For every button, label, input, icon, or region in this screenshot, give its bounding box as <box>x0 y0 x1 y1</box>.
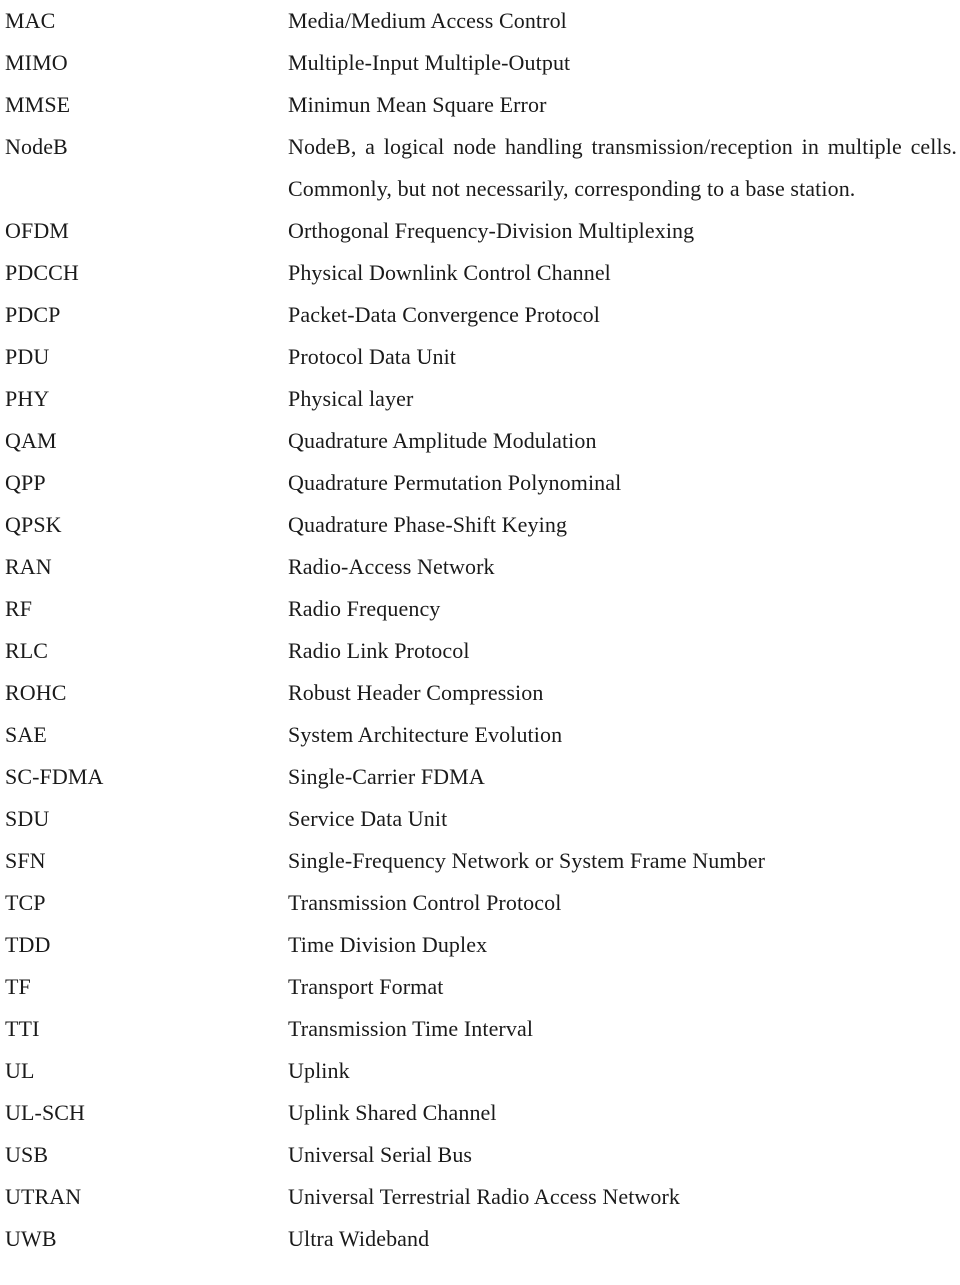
glossary-row: UL-SCH Uplink Shared Channel <box>0 1092 960 1134</box>
glossary-definition: Service Data Unit <box>288 806 448 831</box>
glossary-definition: Universal Serial Bus <box>288 1142 473 1167</box>
glossary-definition: Single-Frequency Network or System Frame… <box>288 848 765 873</box>
glossary-row: TF Transport Format <box>0 966 960 1008</box>
glossary-definition: Protocol Data Unit <box>288 344 456 369</box>
glossary-term: QPSK <box>5 512 62 537</box>
glossary-row: NodeB NodeB, a logical node handling tran… <box>0 126 960 210</box>
glossary-term: TF <box>5 974 31 999</box>
glossary-row: PDU Protocol Data Unit <box>0 336 960 378</box>
glossary-row: PDCCH Physical Downlink Control Channel <box>0 252 960 294</box>
glossary-term: UWB <box>5 1226 57 1251</box>
glossary-definition: Radio Link Protocol <box>288 638 470 663</box>
glossary-row: TDD Time Division Duplex <box>0 924 960 966</box>
glossary-row: TCP Transmission Control Protocol <box>0 882 960 924</box>
glossary-definition: Transmission Control Protocol <box>288 890 562 915</box>
glossary-term: RAN <box>5 554 52 579</box>
glossary-term: NodeB <box>5 134 68 159</box>
glossary-definition: Uplink <box>288 1058 350 1083</box>
glossary-definition: Time Division Duplex <box>288 932 488 957</box>
glossary-definition: Uplink Shared Channel <box>288 1100 497 1125</box>
glossary-term: TDD <box>5 932 51 957</box>
glossary-term: SDU <box>5 806 50 831</box>
glossary-definition: System Architecture Evolution <box>288 722 563 747</box>
glossary-term: PDU <box>5 344 50 369</box>
glossary-row: RAN Radio-Access Network <box>0 546 960 588</box>
glossary-term: UL-SCH <box>5 1100 86 1125</box>
glossary-definition: NodeB, a logical node handling transmiss… <box>288 134 957 201</box>
glossary-definition: Radio Frequency <box>288 596 441 621</box>
glossary-row: SDU Service Data Unit <box>0 798 960 840</box>
glossary-definition: Media/Medium Access Control <box>288 8 567 33</box>
glossary-term: MMSE <box>5 92 71 117</box>
glossary-term: PDCCH <box>5 260 79 285</box>
glossary-term: USB <box>5 1142 49 1167</box>
glossary-row: OFDM Orthogonal Frequency-Division Multip… <box>0 210 960 252</box>
glossary-row: RF Radio Frequency <box>0 588 960 630</box>
glossary-term: OFDM <box>5 218 69 243</box>
glossary-row: UL Uplink <box>0 1050 960 1092</box>
glossary-term: PHY <box>5 386 50 411</box>
glossary-definition: Multiple-Input Multiple-Output <box>288 50 571 75</box>
glossary-definition: Quadrature Phase-Shift Keying <box>288 512 568 537</box>
glossary-term: RLC <box>5 638 49 663</box>
glossary-row: USB Universal Serial Bus <box>0 1134 960 1176</box>
glossary-term: MIMO <box>5 50 68 75</box>
glossary-term: QAM <box>5 428 57 453</box>
glossary-term: ROHC <box>5 680 67 705</box>
glossary-list: MAC Media/Medium Access Control MIMO Multip… <box>0 0 960 1285</box>
glossary-row: QPP Quadrature Permutation Polynominal <box>0 462 960 504</box>
glossary-row: MMSE Minimun Mean Square Error <box>0 84 960 126</box>
glossary-definition: Physical Downlink Control Channel <box>288 260 611 285</box>
glossary-term: UTRAN <box>5 1184 82 1209</box>
glossary-row: SAE System Architecture Evolution <box>0 714 960 756</box>
glossary-definition: Universal Terrestrial Radio Access Netwo… <box>288 1184 681 1209</box>
glossary-row: MIMO Multiple-Input Multiple-Output <box>0 42 960 84</box>
glossary-row: UWB Ultra Wideband <box>0 1218 960 1260</box>
glossary-row: PDCP Packet-Data Convergence Protocol <box>0 294 960 336</box>
glossary-term: PDCP <box>5 302 61 327</box>
glossary-term: SAE <box>5 722 47 747</box>
glossary-row: SFN Single-Frequency Network or System Fr… <box>0 840 960 882</box>
glossary-row: UTRAN Universal Terrestrial Radio Access … <box>0 1176 960 1218</box>
glossary-row: QAM Quadrature Amplitude Modulation <box>0 420 960 462</box>
glossary-row: TTI Transmission Time Interval <box>0 1008 960 1050</box>
glossary-definition: Single-Carrier FDMA <box>288 764 485 789</box>
glossary-definition: Packet-Data Convergence Protocol <box>288 302 600 327</box>
glossary-definition: Ultra Wideband <box>288 1226 430 1251</box>
glossary-definition: Quadrature Amplitude Modulation <box>288 428 597 453</box>
glossary-definition: Minimun Mean Square Error <box>288 92 547 117</box>
glossary-definition: Orthogonal Frequency-Division Multiplexi… <box>288 218 695 243</box>
glossary-term: TTI <box>5 1016 40 1041</box>
glossary-term: TCP <box>5 890 46 915</box>
glossary-row: SC-FDMA Single-Carrier FDMA <box>0 756 960 798</box>
glossary-row: MAC Media/Medium Access Control <box>0 0 960 42</box>
glossary-term: UL <box>5 1058 35 1083</box>
glossary-term: SFN <box>5 848 46 873</box>
glossary-definition: Physical layer <box>288 386 414 411</box>
glossary-row: RLC Radio Link Protocol <box>0 630 960 672</box>
glossary-row: QPSK Quadrature Phase-Shift Keying <box>0 504 960 546</box>
glossary-term: SC-FDMA <box>5 764 104 789</box>
glossary-definition: Transmission Time Interval <box>288 1016 534 1041</box>
glossary-definition: Radio-Access Network <box>288 554 495 579</box>
glossary-definition: Quadrature Permutation Polynominal <box>288 470 622 495</box>
glossary-term: RF <box>5 596 33 621</box>
glossary-row: ROHC Robust Header Compression <box>0 672 960 714</box>
glossary-definition: Robust Header Compression <box>288 680 544 705</box>
glossary-row: PHY Physical layer <box>0 378 960 420</box>
glossary-term: QPP <box>5 470 46 495</box>
glossary-term: MAC <box>5 8 56 33</box>
glossary-definition: Transport Format <box>288 974 444 999</box>
